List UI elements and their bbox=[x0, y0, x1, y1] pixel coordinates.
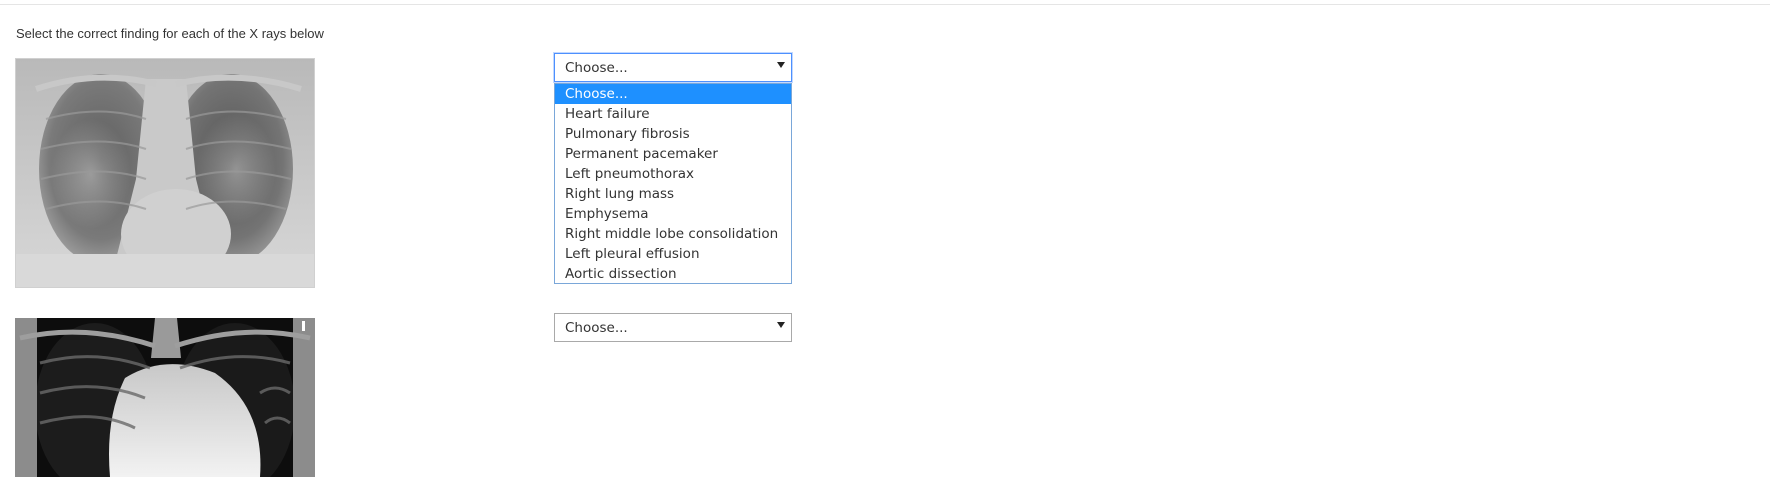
finding-select-2[interactable]: Choose... bbox=[554, 313, 792, 342]
dropdown-arrow-icon bbox=[777, 322, 785, 328]
dropdown-option-permanent-pacemaker[interactable]: Permanent pacemaker bbox=[555, 144, 791, 164]
dropdown-option-pulmonary-fibrosis[interactable]: Pulmonary fibrosis bbox=[555, 124, 791, 144]
xray-image-2 bbox=[15, 318, 315, 477]
dropdown-option-aortic-dissection[interactable]: Aortic dissection bbox=[555, 264, 791, 284]
dropdown-option-choose[interactable]: Choose... bbox=[555, 84, 791, 104]
dropdown-option-heart-failure[interactable]: Heart failure bbox=[555, 104, 791, 124]
dropdown-option-emphysema[interactable]: Emphysema bbox=[555, 204, 791, 224]
dropdown-option-right-middle-lobe-consolidation[interactable]: Right middle lobe consolidation bbox=[555, 224, 791, 244]
top-divider bbox=[0, 4, 1770, 5]
xray-image-1 bbox=[15, 58, 315, 288]
finding-select-1[interactable]: Choose... bbox=[554, 53, 792, 82]
dropdown-arrow-icon bbox=[777, 62, 785, 68]
finding-select-2-value: Choose... bbox=[565, 320, 628, 336]
question-instruction: Select the correct finding for each of t… bbox=[16, 26, 324, 41]
dropdown-option-right-lung-mass[interactable]: Right lung mass bbox=[555, 184, 791, 204]
dropdown-option-left-pleural-effusion[interactable]: Left pleural effusion bbox=[555, 244, 791, 264]
dropdown-option-left-pneumothorax[interactable]: Left pneumothorax bbox=[555, 164, 791, 184]
finding-select-1-value: Choose... bbox=[565, 60, 628, 76]
finding-select-1-dropdown: Choose... Heart failure Pulmonary fibros… bbox=[554, 83, 792, 284]
